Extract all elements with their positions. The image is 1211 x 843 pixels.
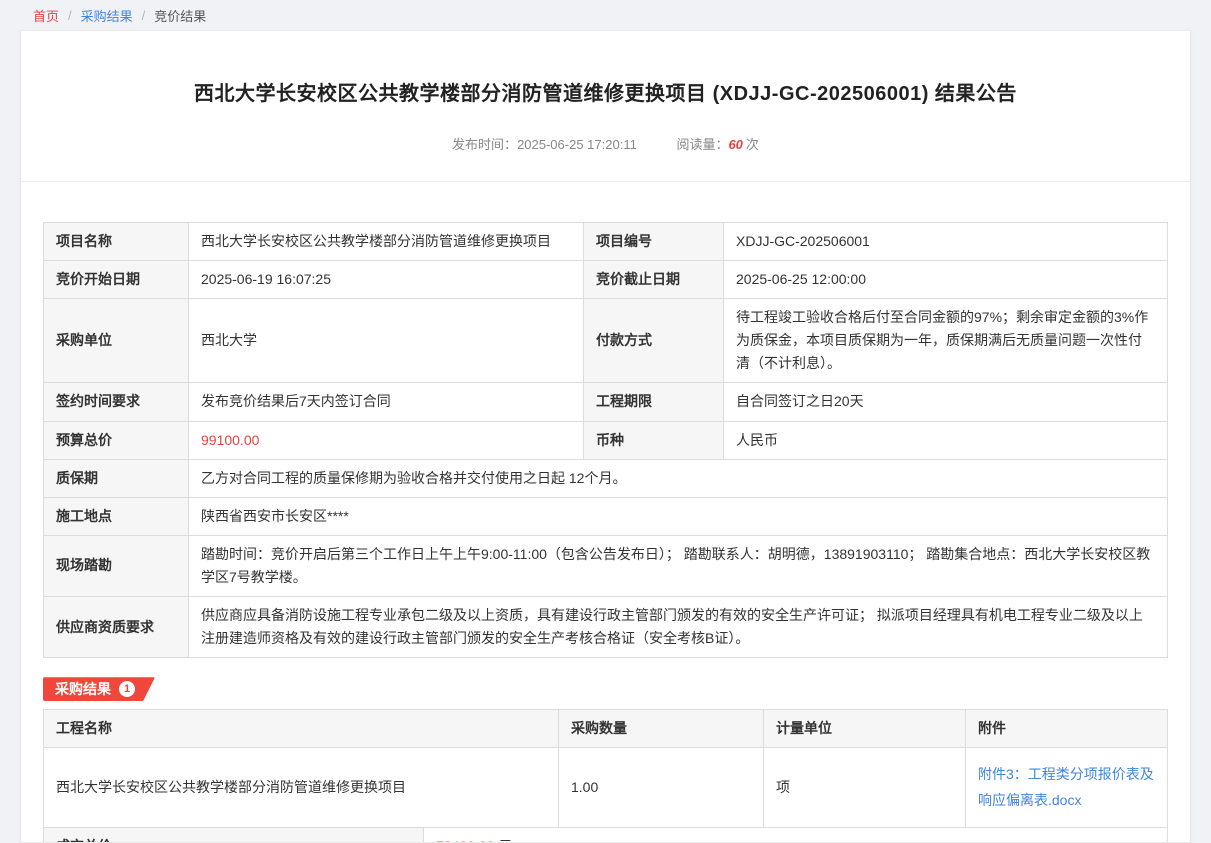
detail-value-budget-total: 99100.00	[189, 421, 584, 459]
detail-value-bid-start: 2025-06-19 16:07:25	[189, 261, 584, 299]
detail-value-site-survey: 踏勘时间：竞价开启后第三个工作日上午上午9:00-11:00（包含公告发布日）；…	[189, 535, 1168, 596]
column-header-attachment: 附件	[966, 710, 1168, 748]
page-title: 西北大学长安校区公共教学楼部分消防管道维修更换项目 (XDJJ-GC-20250…	[43, 77, 1168, 106]
table-row: 签约时间要求 发布竞价结果后7天内签订合同 工程期限 自合同签订之日20天	[44, 383, 1168, 421]
table-row: 西北大学长安校区公共教学楼部分消防管道维修更换项目 1.00 项 附件3：工程类…	[44, 748, 1168, 827]
breadcrumb-separator: /	[68, 8, 72, 23]
detail-value-bid-end: 2025-06-25 12:00:00	[724, 261, 1168, 299]
column-header-quantity: 采购数量	[559, 710, 764, 748]
detail-label-supplier-qualification: 供应商资质要求	[44, 597, 189, 658]
detail-value-currency: 人民币	[724, 421, 1168, 459]
table-row: 竞价开始日期 2025-06-19 16:07:25 竞价截止日期 2025-0…	[44, 261, 1168, 299]
detail-value-project-name: 西北大学长安校区公共教学楼部分消防管道维修更换项目	[189, 223, 584, 261]
result-summary-table: 成交总价 73480.00元 成交供应商 陕西华川建设工程有限公司	[43, 827, 1168, 843]
result-section-header: 采购结果 1	[43, 677, 1168, 701]
announcement-header: 西北大学长安校区公共教学楼部分消防管道维修更换项目 (XDJJ-GC-20250…	[21, 31, 1190, 182]
detail-label-payment-method: 付款方式	[584, 299, 724, 383]
procurement-result-table: 工程名称 采购数量 计量单位 附件 西北大学长安校区公共教学楼部分消防管道维修更…	[43, 709, 1168, 827]
procurement-result-badge: 采购结果 1	[43, 677, 155, 701]
table-row: 供应商资质要求 供应商应具备消防设施工程专业承包二级及以上资质，具有建设行政主管…	[44, 597, 1168, 658]
detail-label-purchaser: 采购单位	[44, 299, 189, 383]
announcement-meta: 发布时间：2025-06-25 17:20:11 阅读量：60次	[43, 134, 1168, 153]
result-unit: 项	[764, 748, 966, 827]
badge-label: 采购结果	[55, 679, 111, 699]
table-row: 现场踏勘 踏勘时间：竞价开启后第三个工作日上午上午9:00-11:00（包含公告…	[44, 535, 1168, 596]
detail-value-project-duration: 自合同签订之日20天	[724, 383, 1168, 421]
detail-label-bid-start: 竞价开始日期	[44, 261, 189, 299]
table-row: 采购单位 西北大学 付款方式 待工程竣工验收合格后付至合同金额的97%；剩余审定…	[44, 299, 1168, 383]
detail-label-project-name: 项目名称	[44, 223, 189, 261]
deal-total-unit: 元	[498, 838, 512, 843]
project-detail-table: 项目名称 西北大学长安校区公共教学楼部分消防管道维修更换项目 项目编号 XDJJ…	[43, 222, 1168, 658]
column-header-unit: 计量单位	[764, 710, 966, 748]
attachment-link[interactable]: 附件3：工程类分项报价表及响应偏离表.docx	[978, 762, 1155, 812]
detail-value-supplier-qualification: 供应商应具备消防设施工程专业承包二级及以上资质，具有建设行政主管部门颁发的有效的…	[189, 597, 1168, 658]
table-row: 项目名称 西北大学长安校区公共教学楼部分消防管道维修更换项目 项目编号 XDJJ…	[44, 223, 1168, 261]
detail-label-budget-total: 预算总价	[44, 421, 189, 459]
breadcrumb-home-link[interactable]: 首页	[33, 6, 59, 25]
detail-label-warranty: 质保期	[44, 459, 189, 497]
badge-count: 1	[119, 681, 135, 697]
breadcrumb-current: 竞价结果	[154, 6, 206, 25]
deal-total-label: 成交总价	[44, 827, 424, 843]
detail-value-project-number: XDJJ-GC-202506001	[724, 223, 1168, 261]
table-row: 质保期 乙方对合同工程的质量保修期为验收合格并交付使用之日起 12个月。	[44, 459, 1168, 497]
detail-label-bid-end: 竞价截止日期	[584, 261, 724, 299]
table-row: 施工地点 陕西省西安市长安区****	[44, 497, 1168, 535]
detail-value-construction-site: 陕西省西安市长安区****	[189, 497, 1168, 535]
detail-value-purchaser: 西北大学	[189, 299, 584, 383]
detail-value-payment-method: 待工程竣工验收合格后付至合同金额的97%；剩余审定金额的3%作为质保金，本项目质…	[724, 299, 1168, 383]
publish-time: 发布时间：2025-06-25 17:20:11	[452, 137, 637, 152]
detail-label-currency: 币种	[584, 421, 724, 459]
table-header-row: 工程名称 采购数量 计量单位 附件	[44, 710, 1168, 748]
detail-label-project-duration: 工程期限	[584, 383, 724, 421]
detail-value-signing-time: 发布竞价结果后7天内签订合同	[189, 383, 584, 421]
deal-total-value: 73480.00 元	[424, 827, 1168, 843]
view-count: 阅读量：60次	[676, 137, 759, 152]
result-attachment-cell: 附件3：工程类分项报价表及响应偏离表.docx	[966, 748, 1168, 827]
table-row: 预算总价 99100.00 币种 人民币	[44, 421, 1168, 459]
breadcrumb-separator: /	[142, 8, 146, 23]
view-count-number: 60	[728, 137, 742, 152]
detail-label-signing-time: 签约时间要求	[44, 383, 189, 421]
detail-value-warranty: 乙方对合同工程的质量保修期为验收合格并交付使用之日起 12个月。	[189, 459, 1168, 497]
announcement-card: 西北大学长安校区公共教学楼部分消防管道维修更换项目 (XDJJ-GC-20250…	[20, 30, 1191, 843]
result-quantity: 1.00	[559, 748, 764, 827]
detail-label-construction-site: 施工地点	[44, 497, 189, 535]
result-project-name: 西北大学长安校区公共教学楼部分消防管道维修更换项目	[44, 748, 559, 827]
column-header-project-name: 工程名称	[44, 710, 559, 748]
breadcrumb-procurement-results-link[interactable]: 采购结果	[81, 6, 133, 25]
detail-label-project-number: 项目编号	[584, 223, 724, 261]
table-row: 成交总价 73480.00 元	[44, 827, 1168, 843]
deal-total-amount: 73480.00	[436, 838, 494, 843]
breadcrumb: 首页 / 采购结果 / 竞价结果	[0, 0, 1211, 30]
detail-label-site-survey: 现场踏勘	[44, 535, 189, 596]
